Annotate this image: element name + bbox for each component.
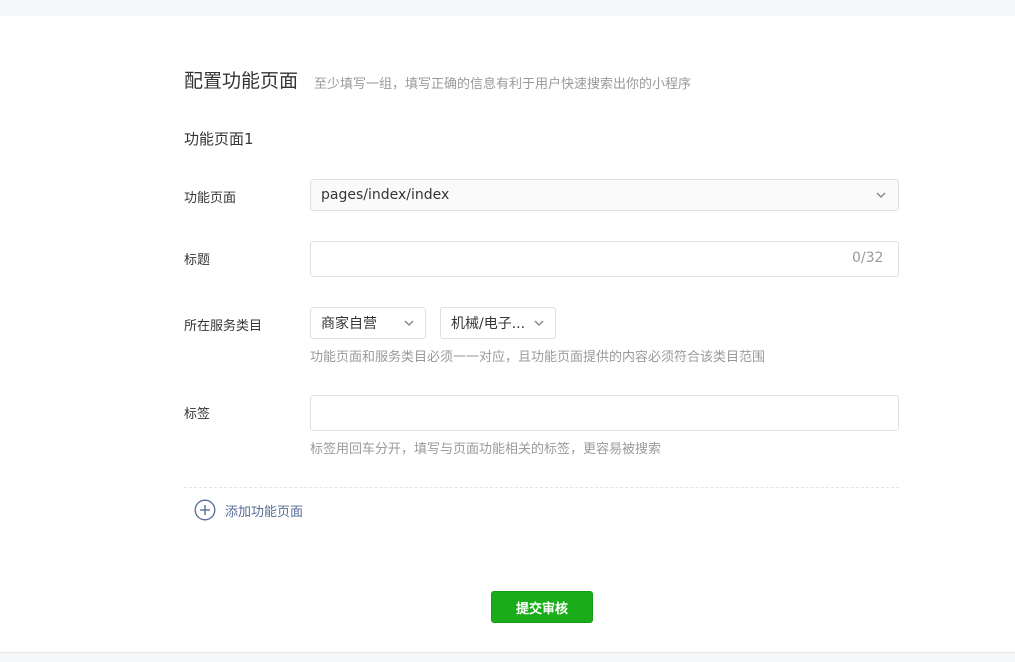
title-char-counter: 0/32 bbox=[852, 250, 884, 266]
page-select-value: pages/index/index bbox=[321, 187, 450, 203]
page-field-label: 功能页面 bbox=[184, 191, 237, 206]
category-secondary-value: 机械/电子... bbox=[451, 316, 526, 332]
add-page-button[interactable]: 添加功能页面 bbox=[194, 499, 303, 521]
tags-input[interactable] bbox=[310, 395, 899, 431]
chevron-down-icon bbox=[534, 320, 544, 327]
section-divider bbox=[184, 487, 899, 488]
tags-hint: 标签用回车分开，填写与页面功能相关的标签，更容易被搜索 bbox=[310, 442, 662, 457]
title-input[interactable] bbox=[310, 241, 899, 277]
section-title: 功能页面1 bbox=[184, 130, 254, 148]
category-secondary-select[interactable]: 机械/电子... bbox=[440, 307, 556, 339]
chevron-down-icon bbox=[404, 320, 414, 327]
category-hint: 功能页面和服务类目必须一一对应，且功能页面提供的内容必须符合该类目范围 bbox=[310, 350, 766, 365]
category-primary-value: 商家自营 bbox=[321, 316, 377, 332]
category-field-label: 所在服务类目 bbox=[184, 319, 263, 334]
plus-circle-icon bbox=[194, 499, 216, 521]
category-primary-select[interactable]: 商家自营 bbox=[310, 307, 426, 339]
add-page-label: 添加功能页面 bbox=[225, 504, 304, 520]
page-subtitle: 至少填写一组，填写正确的信息有利于用户快速搜索出你的小程序 bbox=[314, 77, 692, 92]
chevron-down-icon bbox=[876, 192, 886, 199]
tags-field-label: 标签 bbox=[184, 407, 211, 422]
submit-review-button[interactable]: 提交审核 bbox=[491, 591, 593, 623]
title-field-label: 标题 bbox=[184, 253, 211, 268]
bottom-bar bbox=[0, 652, 1015, 662]
top-bar bbox=[0, 0, 1015, 16]
page-select[interactable]: pages/index/index bbox=[310, 179, 899, 211]
page-title: 配置功能页面 bbox=[184, 70, 299, 92]
